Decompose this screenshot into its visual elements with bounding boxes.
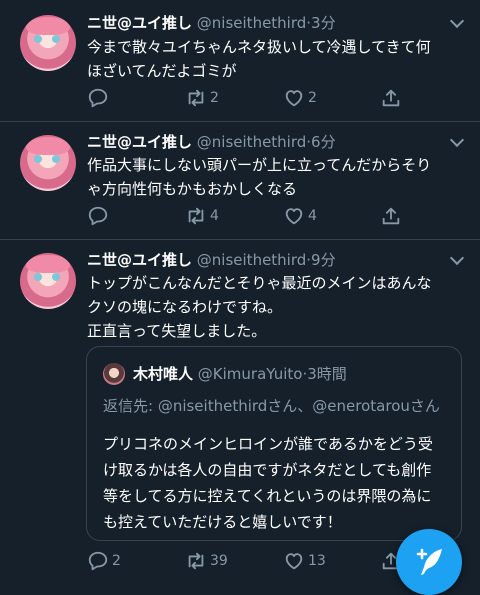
tweet-text: 作品大事にしない頭パーが上に立ってんだからそり ゃ方向性何もかもおかしくなる bbox=[87, 156, 432, 198]
reply-button[interactable] bbox=[87, 87, 112, 109]
display-name[interactable]: ニ世@ユイ推し bbox=[87, 133, 192, 151]
quoted-avatar bbox=[103, 363, 125, 385]
retweet-count: 4 bbox=[210, 208, 219, 224]
compose-tweet-icon bbox=[416, 548, 442, 575]
like-count: 4 bbox=[308, 208, 317, 224]
tweet-time[interactable]: ·6分 bbox=[306, 133, 335, 151]
tweet-text: トップがこんなんだとそりゃ最近のメインはあんな クソの塊になるわけですね。 正直… bbox=[87, 274, 432, 340]
quoted-time: ·3時間 bbox=[302, 365, 347, 383]
share-button[interactable] bbox=[380, 87, 402, 109]
tweet-header: ニ世@ユイ推し @niseithethird·9分 bbox=[87, 250, 336, 270]
quoted-handle: @KimuraYuito bbox=[197, 365, 303, 383]
quoted-tweet[interactable]: 木村唯人 @KimuraYuito·3時間 返信先: @niseithethir… bbox=[86, 346, 462, 541]
avatar[interactable] bbox=[20, 253, 76, 309]
tweet-actions: 4 4 bbox=[87, 205, 467, 227]
like-icon bbox=[285, 208, 303, 225]
user-handle[interactable]: @niseithethird bbox=[197, 14, 306, 32]
caret-down-icon[interactable] bbox=[449, 13, 465, 29]
caret-down-icon[interactable] bbox=[449, 250, 465, 266]
avatar[interactable] bbox=[20, 135, 76, 191]
tweet-text: 今まで散々ユイちゃんネタ扱いして冷遇してきて何 ほざいてんだよゴミが bbox=[87, 38, 431, 80]
like-count: 2 bbox=[308, 90, 317, 106]
share-icon bbox=[382, 207, 400, 225]
retweet-button[interactable]: 4 bbox=[185, 205, 219, 227]
share-button[interactable] bbox=[380, 205, 402, 227]
tweet-header: ニ世@ユイ推し @niseithethird·3分 bbox=[87, 13, 336, 33]
retweet-icon bbox=[188, 552, 204, 570]
like-button[interactable]: 2 bbox=[283, 87, 317, 109]
retweet-button[interactable]: 2 bbox=[185, 87, 219, 109]
retweet-count: 2 bbox=[210, 90, 219, 106]
quoted-text: プリコネのメインヒロインが誰であるかをどう受 け取るかは各人の自由ですがネタだと… bbox=[103, 435, 433, 531]
like-button[interactable]: 4 bbox=[283, 205, 317, 227]
retweet-button[interactable]: 39 bbox=[185, 550, 228, 572]
avatar[interactable] bbox=[20, 15, 76, 71]
tweet-header: ニ世@ユイ推し @niseithethird·6分 bbox=[87, 132, 336, 152]
reply-to-label: 返信先: @niseithethirdさん、@enerotarouさん bbox=[103, 397, 440, 415]
display-name[interactable]: ニ世@ユイ推し bbox=[87, 14, 192, 32]
user-handle[interactable]: @niseithethird bbox=[197, 251, 306, 269]
tweet-time[interactable]: ·3分 bbox=[306, 14, 335, 32]
quoted-display-name: 木村唯人 bbox=[133, 365, 194, 383]
tweet[interactable]: ニ世@ユイ推し @niseithethird·6分 作品大事にしない頭パーが上に… bbox=[0, 122, 480, 240]
tweet-time[interactable]: ·9分 bbox=[306, 251, 335, 269]
reply-icon bbox=[88, 206, 108, 226]
retweet-count: 39 bbox=[210, 553, 228, 569]
display-name[interactable]: ニ世@ユイ推し bbox=[87, 251, 192, 269]
like-icon bbox=[285, 90, 303, 107]
retweet-icon bbox=[188, 207, 204, 225]
share-icon bbox=[382, 89, 400, 107]
compose-tweet-button[interactable] bbox=[396, 529, 462, 595]
retweet-icon bbox=[188, 89, 204, 107]
tweet[interactable]: ニ世@ユイ推し @niseithethird·3分 今まで散々ユイちゃんネタ扱い… bbox=[0, 0, 480, 122]
reply-count: 2 bbox=[112, 553, 121, 569]
reply-button[interactable] bbox=[87, 205, 112, 227]
like-icon bbox=[285, 553, 303, 570]
like-button[interactable]: 13 bbox=[283, 550, 326, 572]
caret-down-icon[interactable] bbox=[449, 132, 465, 148]
tweet-actions: 2 2 bbox=[87, 87, 467, 109]
like-count: 13 bbox=[308, 553, 326, 569]
user-handle[interactable]: @niseithethird bbox=[197, 133, 306, 151]
reply-button[interactable]: 2 bbox=[87, 550, 121, 572]
reply-icon bbox=[88, 88, 108, 108]
reply-icon bbox=[88, 551, 108, 571]
quoted-header: 木村唯人 @KimuraYuito·3時間 bbox=[133, 363, 347, 385]
